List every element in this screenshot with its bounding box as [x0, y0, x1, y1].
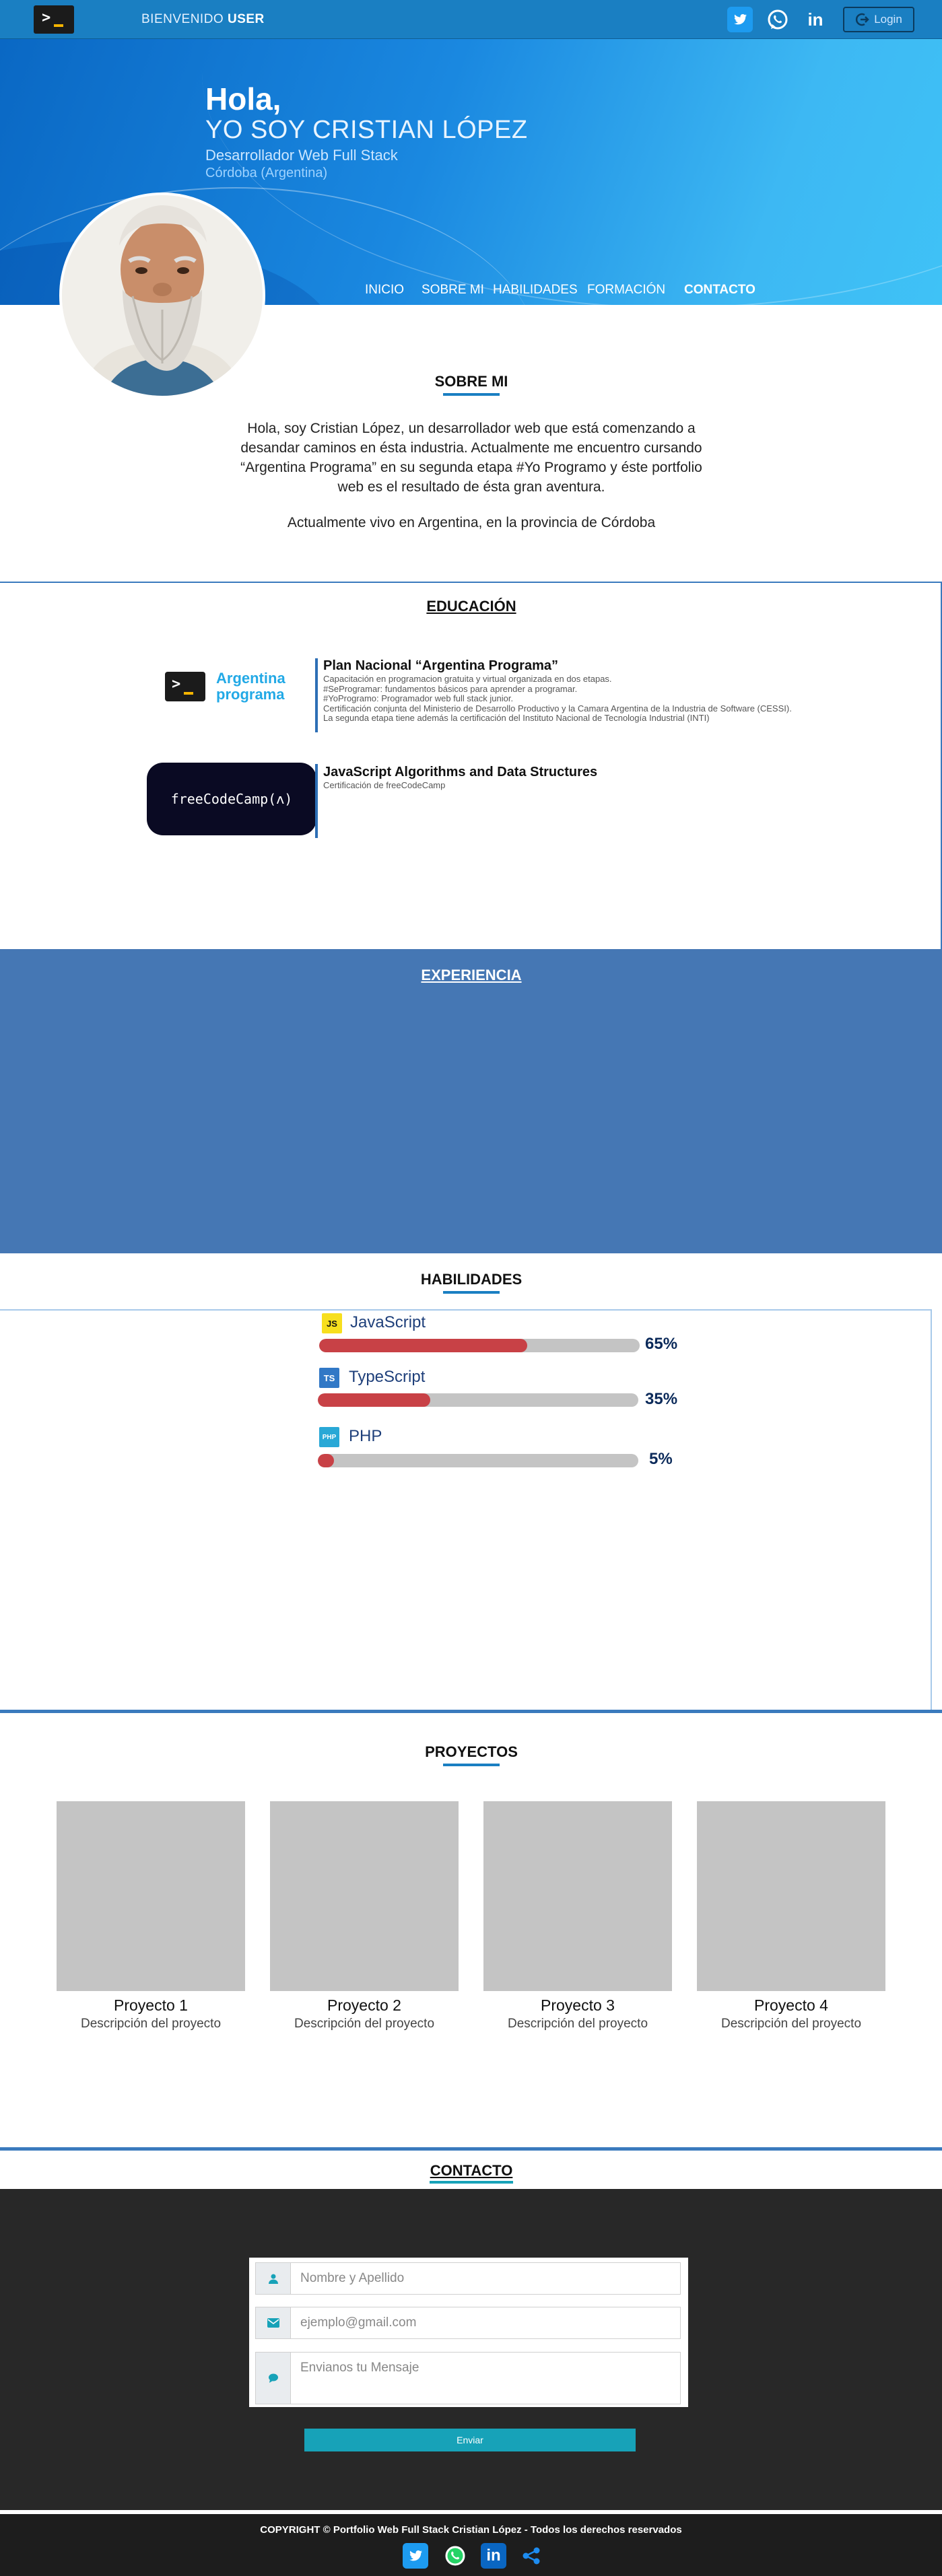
name-input-group [255, 2262, 681, 2295]
twitter-icon[interactable] [727, 7, 753, 32]
project-description: Descripción del proyecto [294, 2017, 435, 2031]
project-name: Proyecto 4 [754, 1996, 828, 2014]
hero-name: YO SOY CRISTIAN LÓPEZ [205, 116, 528, 144]
login-icon [856, 13, 869, 26]
education-item-heading: Plan Nacional “Argentina Programa” [323, 658, 558, 673]
education-item-description: Certificación de freeCodeCamp [323, 780, 902, 791]
skills-title-underline [443, 1291, 500, 1294]
whatsapp-icon[interactable] [442, 2543, 468, 2569]
login-button[interactable]: Login [843, 7, 914, 32]
footer [0, 2514, 942, 2576]
education-line: #YoProgramo: Programador web full stack … [323, 693, 514, 703]
skill-progress-fill [319, 1339, 528, 1352]
envelope-icon [256, 2307, 291, 2338]
experience-title: EXPERIENCIA [421, 967, 522, 983]
project-image[interactable] [483, 1801, 672, 1991]
terminal-logo-icon[interactable]: > [34, 5, 74, 34]
hero-location: Córdoba (Argentina) [205, 166, 328, 180]
message-textarea[interactable] [291, 2353, 680, 2404]
linkedin-icon[interactable]: in [481, 2543, 506, 2569]
skill-name: PHP [349, 1427, 382, 1445]
contact-title-underline [430, 2181, 513, 2184]
email-input[interactable] [291, 2307, 680, 2338]
education-line: Capacitación en programacion gratuita y … [323, 674, 612, 684]
skill-percent: 35% [645, 1390, 678, 1408]
share-icon[interactable] [518, 2543, 544, 2569]
about-title-underline [443, 393, 500, 396]
projects-title-underline [443, 1764, 500, 1766]
skill-progress-track [318, 1454, 638, 1467]
about-location-text: Actualmente vivo en Argentina, en la pro… [287, 515, 656, 530]
top-navbar: > BIENVENIDO USER in Login [0, 0, 942, 39]
section-divider [0, 2147, 942, 2151]
project-description: Descripción del proyecto [80, 2017, 222, 2031]
send-button[interactable]: Enviar [304, 2429, 636, 2451]
project-name: Proyecto 3 [541, 1996, 615, 2014]
copyright-text: COPYRIGHT © Portfolio Web Full Stack Cri… [260, 2524, 682, 2536]
nav-link-habilidades[interactable]: HABILIDADES [493, 283, 578, 298]
skills-section [0, 1309, 932, 1713]
skill-progress-fill [318, 1393, 430, 1407]
education-line: La segunda etapa tiene además la certifi… [323, 713, 710, 723]
education-item-accent [315, 764, 318, 838]
education-item-description: Capacitación en programacion gratuita y … [323, 674, 902, 724]
welcome-user: USER [227, 12, 265, 26]
nav-link-formacion[interactable]: FORMACIÓN [587, 283, 665, 298]
about-paragraph: Hola, soy Cristian López, un desarrollad… [240, 421, 702, 495]
education-line: Certificación conjunta del Ministerio de… [323, 703, 792, 713]
contact-form [249, 2258, 688, 2407]
project-image[interactable] [697, 1801, 885, 1991]
project-image[interactable] [270, 1801, 459, 1991]
projects-title: PROYECTOS [425, 1743, 518, 1760]
education-item-accent [315, 658, 318, 732]
email-input-group [255, 2307, 681, 2339]
project-description: Descripción del proyecto [507, 2017, 648, 2031]
education-item-heading: JavaScript Algorithms and Data Structure… [323, 765, 598, 779]
skill-progress-track [319, 1339, 640, 1352]
freecodecamp-logo: freeCodeCamp(ʌ) [147, 763, 316, 835]
skill-name: JavaScript [350, 1313, 426, 1331]
contact-title: CONTACTO [430, 2162, 513, 2179]
name-input[interactable] [291, 2263, 680, 2294]
argentina-programa-logo-text: Argentina programa [216, 670, 285, 703]
skill-name: TypeScript [349, 1368, 426, 1386]
skill-progress-fill [318, 1454, 334, 1467]
nav-link-inicio[interactable]: INICIO [365, 283, 404, 298]
section-divider [0, 1710, 942, 1713]
login-label: Login [874, 13, 902, 26]
profile-avatar [59, 193, 265, 398]
welcome-label: BIENVENIDO [141, 12, 224, 26]
message-input-group [255, 2352, 681, 2404]
education-title: EDUCACIÓN [426, 598, 516, 615]
whatsapp-icon[interactable] [765, 7, 790, 32]
comment-icon [256, 2353, 291, 2404]
project-image[interactable] [57, 1801, 245, 1991]
user-icon [256, 2263, 291, 2294]
linkedin-icon[interactable]: in [803, 7, 828, 32]
skill-progress-track [318, 1393, 638, 1407]
twitter-icon[interactable] [403, 2543, 428, 2569]
nav-link-sobre-mi[interactable]: SOBRE MI [422, 283, 484, 298]
php-icon: PHP [319, 1427, 339, 1447]
project-name: Proyecto 1 [114, 1996, 188, 2014]
typescript-icon: TS [319, 1368, 339, 1388]
education-line: Certificación de freeCodeCamp [323, 780, 446, 790]
education-line: #SeProgramar: fundamentos básicos para a… [323, 683, 578, 694]
skill-percent: 5% [649, 1450, 673, 1468]
experience-section [0, 949, 942, 1253]
welcome-text: BIENVENIDO USER [141, 12, 265, 27]
project-name: Proyecto 2 [327, 1996, 401, 2014]
hero-role: Desarrollador Web Full Stack [205, 147, 398, 164]
project-description: Descripción del proyecto [720, 2017, 862, 2031]
skill-percent: 65% [645, 1335, 678, 1353]
about-title: SOBRE MI [434, 373, 508, 390]
nav-link-contacto[interactable]: CONTACTO [684, 283, 755, 298]
javascript-icon: JS [322, 1313, 342, 1333]
hero-greeting: Hola, [205, 81, 281, 116]
argentina-programa-logo: > Argentina programa [164, 666, 292, 707]
skills-title: HABILIDADES [420, 1271, 523, 1288]
